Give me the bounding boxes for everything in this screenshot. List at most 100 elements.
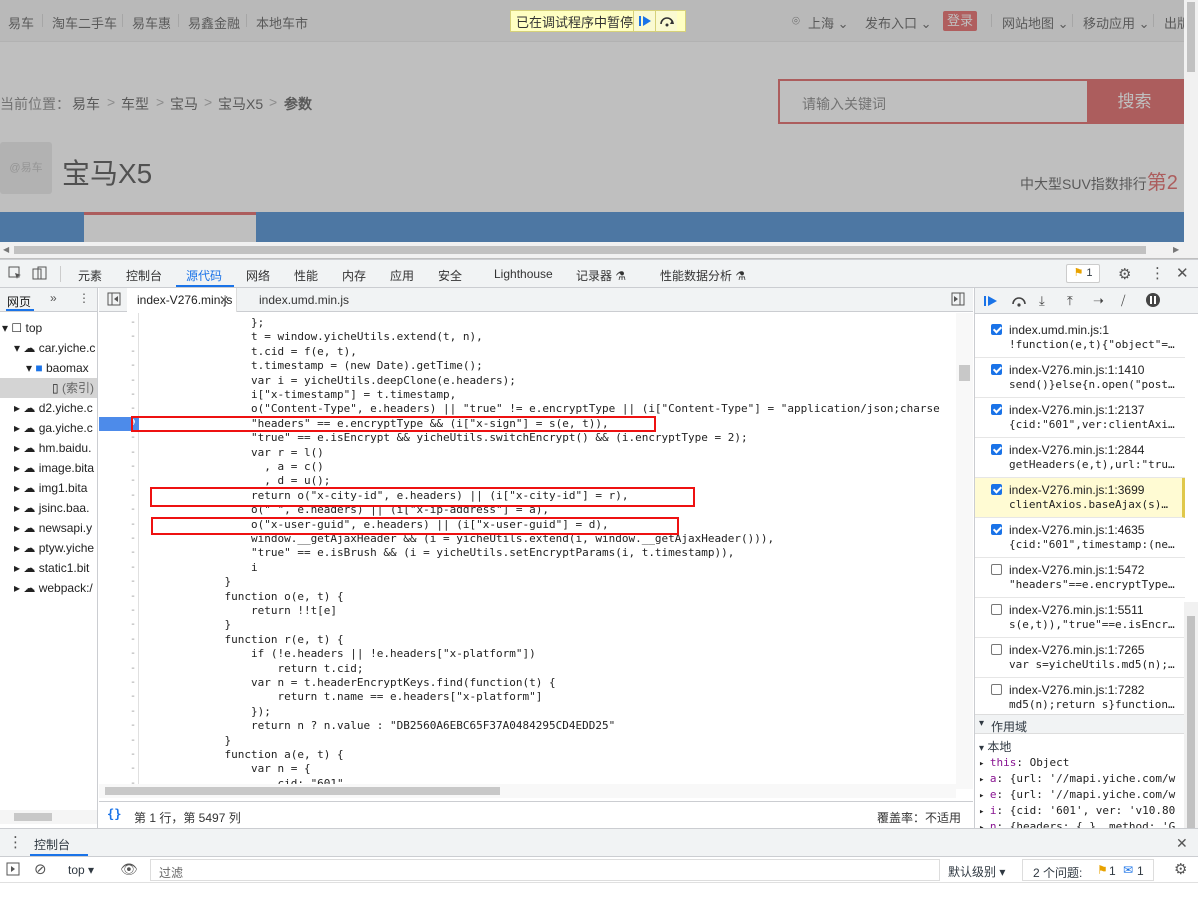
tree-item-domain[interactable]: ▸ ☁ img1.bita [14,478,87,498]
breakpoint-checkbox[interactable] [991,444,1002,455]
breakpoint-checkbox[interactable] [991,324,1002,335]
settings-gear-icon[interactable]: ⚙ [1118,265,1131,283]
debug-pause-overlay [0,0,1198,260]
page-vertical-scrollbar[interactable] [1184,0,1198,258]
tree-label: newsapi.y [38,521,93,535]
step-into-icon[interactable]: ⤓ [1039,293,1045,309]
tab-recorder[interactable]: 记录器 ⚗ [576,267,626,284]
tab-memory[interactable]: 内存 [342,267,366,284]
scope-variable[interactable]: ▸ n: {headers: {…}, method: 'G [979,820,1175,828]
device-toolbar-icon[interactable] [32,266,48,283]
breakpoint-item[interactable]: index-V276.min.js:1:5472 "headers"==e.enc… [975,558,1185,598]
drawer-menu-icon[interactable]: ⋮ [8,833,23,851]
toggle-navigator-icon[interactable] [107,292,121,309]
tree-item-domain[interactable]: ▸ ☁ d2.yiche.c [14,398,93,418]
issues-counter[interactable]: 2 个问题: ⚑ 1 ✉ 1 [1022,859,1154,881]
breakpoint-item[interactable]: index-V276.min.js:1:1410 send()}else{n.op… [975,358,1185,398]
clear-console-icon[interactable]: ⊘ [34,860,47,878]
scope-section-header[interactable]: ▾ 作用域 [975,714,1185,734]
console-filter-input[interactable]: 过滤 [150,859,940,881]
breakpoint-item[interactable]: index-V276.min.js:1:7282 md5(n);return s}… [975,678,1185,718]
toggle-debugger-icon[interactable] [951,292,965,309]
tree-item-domain[interactable]: ▾ ☁ car.yiche.c [14,338,95,358]
sidebar-toggle-icon[interactable] [6,862,20,879]
navigator-menu-icon[interactable]: ⋮ [78,291,90,305]
tree-item-domain[interactable]: ▸ ☁ ptyw.yiche [14,538,94,558]
scope-variable[interactable]: ▸ e: {url: '//mapi.yiche.com/w [979,788,1175,801]
breakpoint-checkbox[interactable] [991,604,1002,615]
scope-variable[interactable]: ▸ a: {url: '//mapi.yiche.com/w [979,772,1175,785]
inspect-element-icon[interactable] [8,266,22,283]
resume-icon[interactable] [983,294,999,311]
close-devtools-icon[interactable]: ✕ [1176,264,1189,282]
more-tabs-icon[interactable]: » [50,291,57,305]
tree-item-domain[interactable]: ▸ ☁ webpack:/ [14,578,93,598]
scope-variable[interactable]: ▸ this: Object [979,756,1069,769]
breakpoint-checkbox[interactable] [991,484,1002,495]
breakpoint-checkbox[interactable] [991,364,1002,375]
eye-icon[interactable]: 👁 [120,861,138,878]
scope-variable[interactable]: ▸ i: {cid: '601', ver: 'v10.80 [979,804,1175,817]
breakpoint-item[interactable]: index-V276.min.js:1:2137 {cid:"601",ver:c… [975,398,1185,438]
tab-performance[interactable]: 性能 [294,267,318,284]
close-tab-icon[interactable]: ✕ [219,293,229,307]
resume-button[interactable] [633,11,656,31]
navigator-tab-page[interactable]: 网页 [7,293,31,310]
code-line: var r = l() [145,445,324,459]
step-icon[interactable]: ➝ [1093,293,1104,309]
deactivate-breakpoints-icon[interactable]: ⧸ [1121,293,1125,309]
navigator-horizontal-scrollbar[interactable] [0,810,97,824]
breakpoint-item[interactable]: index-V276.min.js:1:2844 getHeaders(e,t),… [975,438,1185,478]
log-level-selector[interactable]: 默认级别 ▾ [948,863,1005,880]
breakpoint-item[interactable]: index-V276.min.js:1:3699 clientAxios.base… [975,478,1185,518]
tree-item-domain[interactable]: ▸ ☁ image.bita [14,458,94,478]
scope-local[interactable]: ▾ 本地 [979,738,1011,755]
console-settings-gear-icon[interactable]: ⚙ [1174,860,1187,878]
issues-badge[interactable]: ⚑ 1 [1066,264,1100,283]
tree-item-top[interactable]: ▾ ☐ top [2,318,42,338]
breakpoint-item[interactable]: index-V276.min.js:1:4635 {cid:"601",times… [975,518,1185,558]
tab-network[interactable]: 网络 [246,267,270,284]
tab-application[interactable]: 应用 [390,267,414,284]
code-editor[interactable]: ❩ - }; - t = window.yicheUtils.extend(t, … [99,313,973,789]
tab-lighthouse[interactable]: Lighthouse [494,267,553,281]
tree-item-folder[interactable]: ▾ ■ baomax [26,358,89,378]
breakpoint-checkbox[interactable] [991,644,1002,655]
breakpoint-item[interactable]: index-V276.min.js:1:5511 s(e,t)),"true"==… [975,598,1185,638]
tab-elements[interactable]: 元素 [78,267,102,284]
warning-count: 1 [1109,864,1116,878]
tree-item-domain[interactable]: ▸ ☁ newsapi.y [14,518,92,538]
breakpoint-item[interactable]: index.umd.min.js:1 !function(e,t){"object… [975,318,1185,358]
tab-performance-insights[interactable]: 性能数据分析 ⚗ [660,267,746,284]
breakpoint-checkbox[interactable] [991,404,1002,415]
pretty-print-icon[interactable]: {} [107,807,121,821]
context-selector[interactable]: top ▾ [68,863,94,877]
more-options-icon[interactable]: ⋮ [1150,264,1165,282]
tree-item-domain[interactable]: ▸ ☁ ga.yiche.c [14,418,93,438]
breakpoint-checkbox[interactable] [991,684,1002,695]
editor-horizontal-scrollbar[interactable] [99,784,956,798]
step-over-icon[interactable] [1011,294,1027,311]
drawer-tab-console[interactable]: 控制台 [34,836,70,853]
devtools-panel: 元素 控制台 源代码 网络 性能 内存 应用 安全 Lighthouse 记录器… [0,259,1198,900]
step-out-icon[interactable]: ⤒ [1067,293,1073,309]
tab-sources[interactable]: 源代码 [186,267,222,284]
tree-item-domain[interactable]: ▸ ☁ jsinc.baa. [14,498,89,518]
tab-console[interactable]: 控制台 [126,267,162,284]
close-drawer-icon[interactable]: ✕ [1176,835,1188,852]
step-over-button[interactable] [655,11,678,31]
tree-item-domain[interactable]: ▸ ☁ static1.bit [14,558,89,578]
tab-security[interactable]: 安全 [438,267,462,284]
breakpoint-checkbox[interactable] [991,524,1002,535]
page-horizontal-scrollbar[interactable]: ◀ ▶ [0,242,1184,258]
editor-vertical-scrollbar[interactable] [956,313,973,789]
code-line: return t.cid; [145,661,364,675]
editor-tab-umd[interactable]: index.umd.min.js [259,293,349,307]
breakpoint-checkbox[interactable] [991,564,1002,575]
debugger-scrollbar[interactable] [1184,602,1198,846]
breakpoint-code: md5(n);return s}function… [1009,698,1175,711]
tree-item-index-file[interactable]: ▯ (索引) [0,378,97,398]
pause-on-exceptions-icon[interactable] [1145,292,1161,311]
tree-item-domain[interactable]: ▸ ☁ hm.baidu. [14,438,91,458]
breakpoint-item[interactable]: index-V276.min.js:1:7265 var s=yicheUtils… [975,638,1185,678]
